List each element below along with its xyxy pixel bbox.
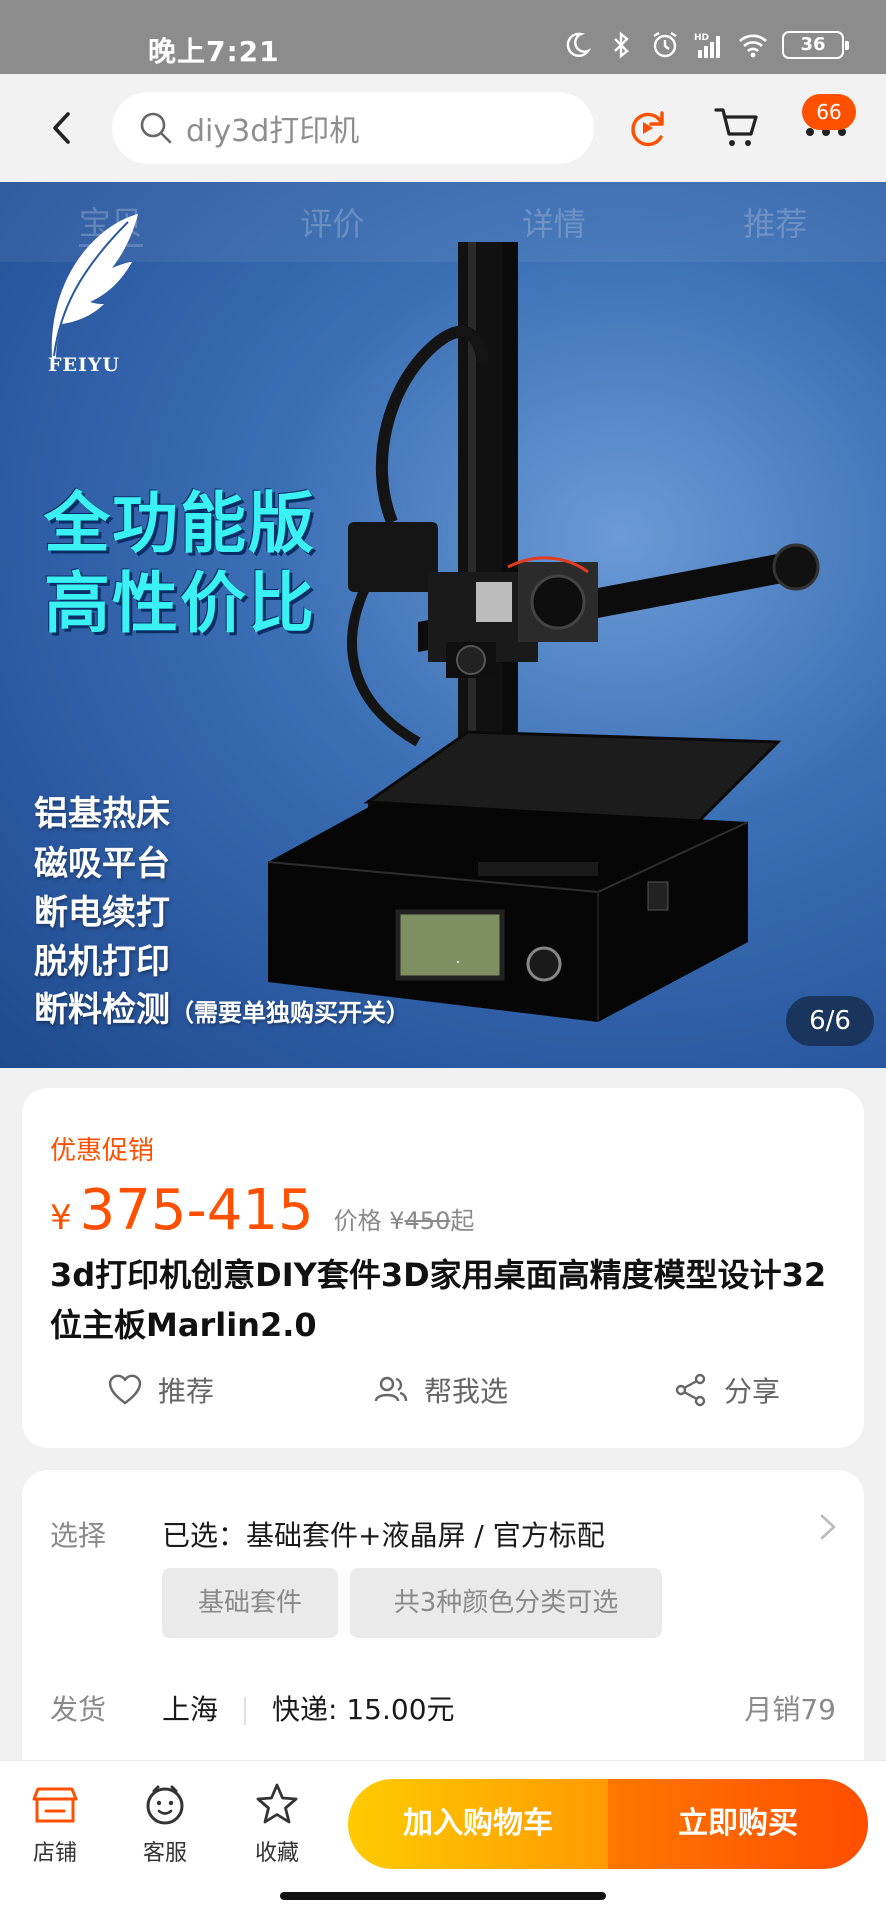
divider bbox=[244, 1697, 247, 1725]
back-icon bbox=[53, 112, 70, 144]
status-icons: HD 36 bbox=[562, 30, 849, 60]
share-icon bbox=[675, 1373, 706, 1407]
favorite-label: 收藏 bbox=[254, 1841, 299, 1866]
home-indicator[interactable] bbox=[280, 1892, 606, 1900]
bluetooth-icon bbox=[614, 31, 629, 59]
battery-icon: 36 bbox=[782, 31, 849, 59]
users-icon bbox=[374, 1376, 408, 1402]
share-label: 分享 bbox=[724, 1375, 781, 1408]
customer-service-button[interactable]: 客服 bbox=[120, 1781, 210, 1867]
feature-item: 断电续打 bbox=[34, 893, 170, 933]
printer-illustration bbox=[268, 242, 820, 1022]
ship-label: 发货 bbox=[50, 1693, 107, 1726]
page-indicator: 6/6 bbox=[786, 996, 874, 1046]
feature-item: 脱机打印 bbox=[34, 942, 170, 982]
cart-button[interactable] bbox=[712, 102, 762, 152]
service-label: 客服 bbox=[142, 1841, 187, 1866]
original-price: 450 bbox=[404, 1207, 451, 1235]
feather-logo-icon bbox=[51, 214, 138, 358]
currency-symbol: ¥ bbox=[50, 1198, 72, 1238]
promo-label: 优惠促销 bbox=[50, 1136, 155, 1166]
shop-label: 店铺 bbox=[32, 1841, 77, 1866]
ship-from: 上海 bbox=[162, 1693, 219, 1726]
price-range: 375-415 bbox=[79, 1178, 314, 1243]
feature-text: 断料检测 bbox=[34, 990, 170, 1030]
product-title: 3d打印机创意DIY套件3D家用桌面高精度模型设计32位主板Marlin2.0 bbox=[50, 1256, 827, 1344]
svg-text:HD: HD bbox=[694, 33, 709, 43]
express-fee: 快递: 15.00元 bbox=[272, 1693, 455, 1726]
bottom-action-bar: 店铺 客服 收藏 加入购物车 立即购买 bbox=[0, 1760, 886, 1920]
buy-now-button[interactable]: 立即购买 bbox=[608, 1779, 868, 1869]
shop-button[interactable]: 店铺 bbox=[10, 1781, 100, 1867]
product-info-card: 优惠促销 ¥ 375-415 价格 ¥ 450 起 3d打印机创意DIY套件3D… bbox=[22, 1088, 864, 1448]
logo-text: FEIYU bbox=[48, 354, 120, 376]
share-button[interactable]: 分享 bbox=[672, 1370, 780, 1410]
recommend-button[interactable]: 推荐 bbox=[106, 1370, 214, 1410]
service-face-icon bbox=[146, 1785, 184, 1825]
refresh-button[interactable] bbox=[624, 104, 672, 152]
original-price-label: 价格 ¥ bbox=[333, 1207, 405, 1235]
hd-signal-icon: HD bbox=[694, 33, 720, 58]
help-choose-button[interactable]: 帮我选 bbox=[372, 1370, 508, 1410]
monthly-sales: 月销79 bbox=[744, 1693, 836, 1726]
selected-option[interactable]: 已选：基础套件+液晶屏 / 官方标配 bbox=[162, 1514, 605, 1554]
add-to-cart-button[interactable]: 加入购物车 bbox=[348, 1779, 608, 1869]
option-chip[interactable]: 基础套件 bbox=[162, 1568, 338, 1638]
heart-icon bbox=[108, 1374, 142, 1405]
spec-card: 选择 已选：基础套件+液晶屏 / 官方标配 基础套件 共3种颜色分类可选 发货 … bbox=[22, 1470, 864, 1790]
search-placeholder: diy3d打印机 bbox=[186, 114, 360, 149]
recommend-label: 推荐 bbox=[158, 1375, 215, 1408]
feature-item: 磁吸平台 bbox=[34, 844, 170, 884]
select-label: 选择 bbox=[50, 1519, 107, 1552]
option-chip[interactable]: 共3种颜色分类可选 bbox=[350, 1568, 662, 1638]
search-icon bbox=[140, 112, 172, 144]
price-row: ¥ 375-415 价格 ¥ 450 起 bbox=[50, 1178, 474, 1243]
product-image-carousel[interactable]: 宝贝 评价 详情 推荐 FEIYU 全功能版 高性价比 铝基热床 磁吸平台 断电… bbox=[0, 182, 886, 1068]
cart-icon bbox=[714, 108, 758, 146]
product-actions: 推荐 帮我选 分享 bbox=[22, 1370, 864, 1424]
moon-icon bbox=[566, 32, 592, 57]
back-button[interactable] bbox=[40, 104, 84, 152]
shipping-info: 上海 快递: 15.00元 bbox=[162, 1688, 455, 1728]
alarm-icon bbox=[653, 31, 677, 58]
search-input[interactable]: diy3d打印机 bbox=[112, 92, 594, 164]
cart-badge: 66 bbox=[802, 94, 856, 130]
original-price-suffix: 起 bbox=[450, 1207, 475, 1235]
favorite-button[interactable]: 收藏 bbox=[232, 1781, 322, 1867]
feature-item: 铝基热床 bbox=[34, 794, 170, 834]
star-icon bbox=[256, 1783, 298, 1824]
chevron-right-icon[interactable] bbox=[816, 1512, 840, 1542]
status-bar: 晚上7:21 HD 36 bbox=[0, 0, 886, 74]
top-nav: diy3d打印机 66 bbox=[0, 74, 886, 182]
status-time: 晚上7:21 bbox=[148, 35, 280, 68]
help-choose-label: 帮我选 bbox=[424, 1375, 509, 1408]
refresh-icon bbox=[631, 111, 664, 147]
wifi-icon bbox=[739, 34, 767, 58]
shop-icon bbox=[32, 1787, 78, 1823]
